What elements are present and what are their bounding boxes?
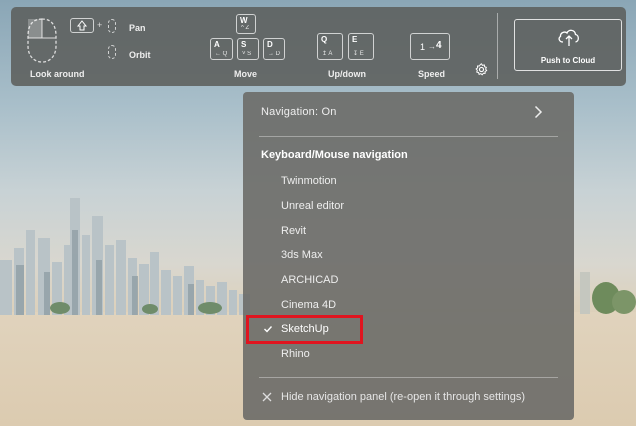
menu-item-3ds-max[interactable]: 3ds Max — [281, 249, 323, 261]
plus-separator: + — [97, 20, 103, 30]
menu-item-unreal-editor[interactable]: Unreal editor — [281, 200, 344, 212]
key-e-label: E — [352, 35, 358, 44]
key-w-sub: ^ Z — [241, 25, 250, 31]
push-to-cloud-button[interactable]: Push to Cloud — [514, 19, 622, 71]
key-d-sub: → D — [268, 51, 281, 57]
navigation-status: Navigation: On — [261, 106, 337, 118]
speed-low-value: 1 — [420, 42, 426, 52]
menu-item-cinema-4d[interactable]: Cinema 4D — [281, 299, 336, 311]
move-label: Move — [234, 69, 258, 79]
key-e-sub-label: E — [359, 51, 364, 57]
key-q-label: Q — [321, 35, 328, 44]
push-to-cloud-label: Push to Cloud — [540, 56, 596, 65]
panel-divider-top — [259, 136, 558, 137]
menu-item-rhino[interactable]: Rhino — [281, 348, 310, 360]
navigation-toolbar: Look around + Pan Orbit W ^ Z A ← Q S ˅ … — [11, 7, 626, 86]
key-a-sub: ← Q — [215, 51, 228, 57]
toolbar-divider — [497, 13, 498, 79]
key-w-sub-label: Z — [245, 25, 250, 31]
key-d: D → D — [263, 38, 285, 60]
navigation-menu-panel: Navigation: On Keyboard/Mouse navigation… — [243, 92, 574, 420]
city-skyline-image — [0, 198, 250, 315]
close-icon — [262, 392, 272, 402]
key-e: E ↧ E — [348, 33, 374, 60]
key-q-sub-label: A — [328, 51, 333, 57]
mouse-icon — [27, 18, 57, 63]
key-a-label: A — [214, 40, 220, 49]
menu-item-twinmotion[interactable]: Twinmotion — [281, 175, 337, 187]
gear-icon[interactable] — [475, 63, 488, 76]
key-s-sub: ˅ S — [242, 51, 252, 57]
pan-label: Pan — [129, 23, 146, 33]
speed-control[interactable]: 1 → 4 — [410, 33, 450, 60]
key-s-sub-label: S — [247, 51, 252, 57]
key-s: S ˅ S — [237, 38, 259, 60]
key-w: W ^ Z — [236, 14, 256, 34]
menu-item-revit[interactable]: Revit — [281, 225, 306, 237]
key-q-sub: ↥ A — [322, 51, 333, 57]
speed-arrow: → — [428, 42, 436, 51]
shift-key-icon — [76, 20, 88, 31]
speed-high-value: 4 — [436, 40, 442, 51]
check-icon — [264, 326, 273, 333]
pan-mouse-icon — [108, 19, 116, 33]
cloud-upload-icon — [558, 29, 579, 46]
hide-navigation-panel-label: Hide navigation panel (re-open it throug… — [281, 391, 525, 403]
shift-key — [70, 18, 94, 33]
chevron-right-icon — [534, 105, 543, 119]
look-around-label: Look around — [30, 69, 85, 79]
key-s-label: S — [241, 40, 247, 49]
key-e-sub: ↧ E — [353, 51, 364, 57]
orbit-mouse-icon — [108, 45, 116, 59]
key-q: Q ↥ A — [317, 33, 343, 60]
orbit-label: Orbit — [129, 50, 151, 60]
updown-label: Up/down — [328, 69, 366, 79]
key-d-sub-label: D — [275, 51, 281, 57]
section-title: Keyboard/Mouse navigation — [261, 149, 408, 161]
speed-label: Speed — [418, 69, 446, 79]
trees-image — [580, 272, 636, 314]
navigation-toggle-row[interactable]: Navigation: On — [243, 92, 574, 132]
key-a-sub-label: Q — [222, 51, 228, 57]
panel-divider-bottom — [259, 377, 558, 378]
key-d-label: D — [267, 40, 273, 49]
menu-item-archicad[interactable]: ARCHICAD — [281, 274, 338, 286]
menu-item-sketchup[interactable]: SketchUp — [281, 323, 329, 335]
hide-navigation-panel-button[interactable]: Hide navigation panel (re-open it throug… — [253, 386, 565, 410]
key-a: A ← Q — [210, 38, 233, 60]
